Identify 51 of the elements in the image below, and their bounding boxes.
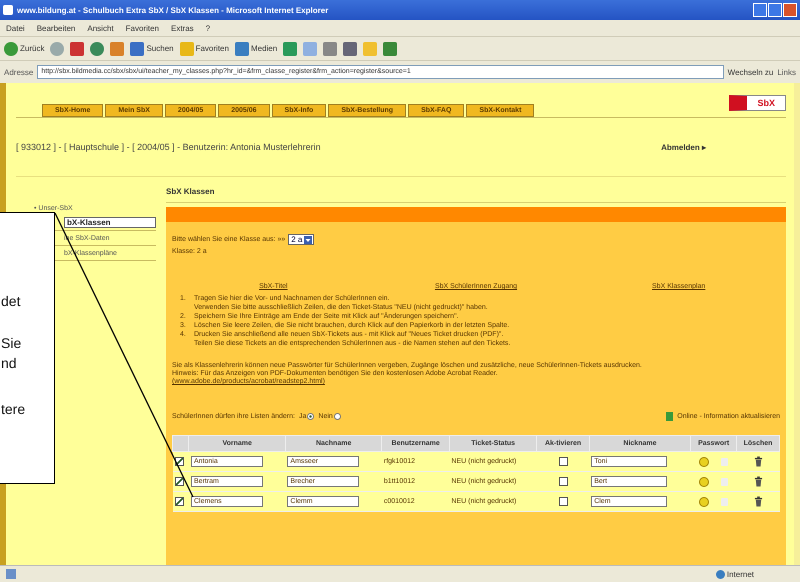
row-checkbox[interactable]	[174, 497, 184, 506]
logo: SbX	[729, 95, 786, 111]
menu-item[interactable]: Ansicht	[87, 24, 114, 32]
callout-text: tere	[1, 401, 26, 417]
globe-icon	[716, 570, 725, 578]
toolbar-icon[interactable]	[90, 42, 104, 56]
activate-checkbox[interactable]	[558, 497, 568, 506]
document-icon[interactable]	[666, 412, 674, 421]
menu-item[interactable]: Bearbeiten	[36, 24, 76, 32]
toolbar-icon[interactable]	[70, 42, 84, 56]
trash-icon[interactable]	[754, 456, 763, 467]
radio-button[interactable]	[307, 413, 314, 420]
window-title: www.bildung.at - Schulbuch Extra SbX / SbX Klassen - Microsoft Internet Explorer	[17, 6, 330, 14]
toolbar-icon[interactable]	[110, 42, 124, 56]
dropdown-arrow-icon[interactable]	[304, 236, 312, 244]
menu-item[interactable]: Datei	[6, 24, 25, 32]
class-select[interactable]: 2 a	[288, 234, 314, 245]
toolbar-button[interactable]: Medien	[234, 42, 278, 56]
toolbar-button[interactable]: Zurück	[4, 42, 44, 56]
smiley-icon[interactable]	[699, 476, 710, 486]
toolbar-icon[interactable]	[383, 42, 398, 56]
zone-indicator: Internet	[726, 570, 755, 578]
smiley-icon[interactable]	[699, 496, 710, 506]
section-heading: SbX Klassen	[166, 177, 786, 203]
toolbar-button[interactable]: Favoriten	[180, 42, 229, 56]
menu-item[interactable]: Extras	[170, 24, 194, 32]
sidebar-item[interactable]: bX-Klassen	[64, 217, 156, 228]
toolbar-icon[interactable]	[343, 42, 358, 56]
page-icon	[6, 569, 16, 579]
activate-checkbox[interactable]	[558, 457, 568, 466]
window-controls-icon[interactable]	[753, 3, 797, 17]
row-checkbox[interactable]	[174, 477, 184, 486]
go-button[interactable]: Wechseln zu	[728, 68, 774, 76]
menu-item[interactable]: Favoriten	[126, 24, 159, 32]
callout-text: Sie	[1, 335, 22, 351]
browser-icon	[3, 5, 13, 15]
activate-checkbox[interactable]	[558, 477, 568, 486]
callout-text: nd	[1, 355, 17, 371]
address-label: Adresse	[4, 68, 34, 76]
breadcrumb: [ 933012 ] - [ Hauptschule ] - [ 2004/05 ] - Benutzerin: Antonia Musterlehrerin	[16, 142, 322, 152]
logout-link[interactable]: Abmelden ▸	[661, 142, 706, 152]
smiley-icon[interactable]	[699, 456, 710, 466]
links-button[interactable]: Links	[777, 68, 796, 76]
toolbar-button[interactable]: Suchen	[130, 42, 174, 56]
trash-icon[interactable]	[754, 476, 763, 487]
toolbar-icon[interactable]	[283, 42, 298, 56]
menu-item[interactable]: ?	[206, 24, 210, 32]
callout-text: det	[1, 293, 20, 309]
trash-icon[interactable]	[754, 496, 763, 507]
toolbar-icon[interactable]	[323, 42, 338, 56]
radio-button[interactable]	[334, 413, 341, 420]
